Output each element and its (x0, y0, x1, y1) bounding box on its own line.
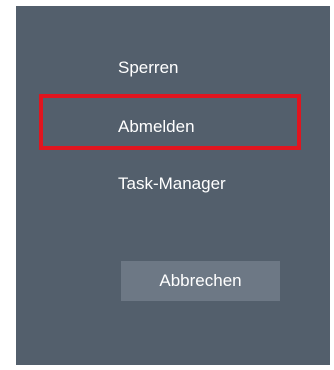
security-options-panel: Sperren Abmelden Task-Manager Abbrechen (16, 6, 330, 365)
cancel-button[interactable]: Abbrechen (121, 261, 280, 301)
menu-item-sign-out[interactable]: Abmelden (118, 116, 195, 138)
menu-item-task-manager[interactable]: Task-Manager (118, 173, 226, 195)
menu-item-lock[interactable]: Sperren (118, 57, 178, 79)
